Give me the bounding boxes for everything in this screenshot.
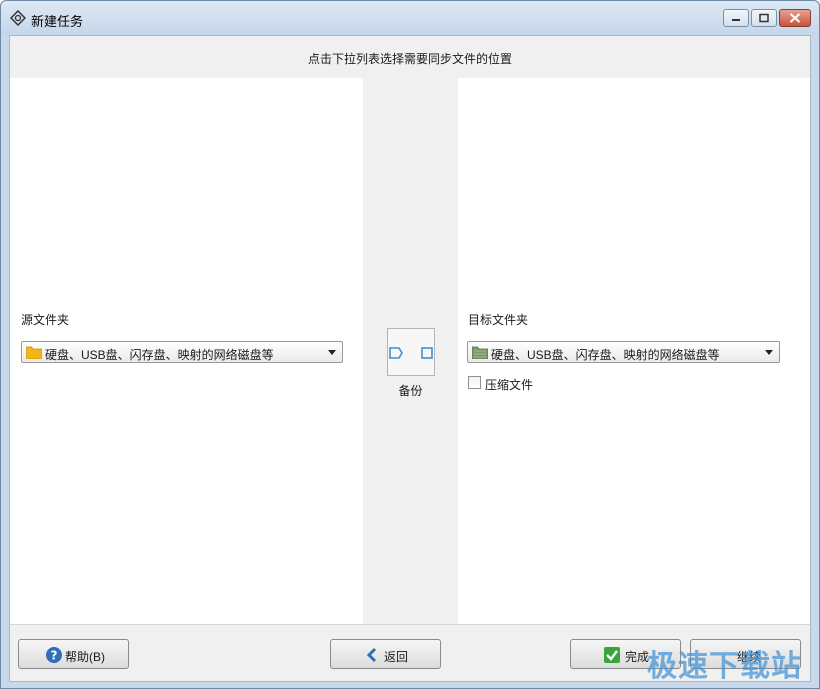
close-icon: [789, 13, 801, 23]
finish-button-label: 完成: [625, 650, 650, 664]
help-icon: ?: [46, 647, 62, 663]
target-folder-value: 硬盘、USB盘、闪存盘、映射的网络磁盘等: [491, 348, 720, 362]
help-button[interactable]: ? 帮助(B): [18, 639, 129, 669]
sync-mode-button[interactable]: [387, 328, 435, 376]
window-controls: [721, 9, 811, 27]
close-button[interactable]: [779, 9, 811, 27]
target-folder-dropdown[interactable]: 硬盘、USB盘、闪存盘、映射的网络磁盘等: [467, 341, 780, 363]
dropdown-arrow-icon[interactable]: [328, 350, 336, 355]
folder-icon: [472, 346, 488, 359]
title-bar[interactable]: 新建任务: [1, 1, 819, 35]
back-button[interactable]: 返回: [330, 639, 441, 669]
folder-icon: [26, 346, 42, 359]
minimize-icon: [732, 19, 740, 21]
sync-mode-label: 备份: [398, 384, 423, 398]
instruction-text: 点击下拉列表选择需要同步文件的位置: [307, 52, 512, 66]
watermark-text: 极速下载站: [647, 649, 802, 684]
window-title: 新建任务: [31, 14, 84, 29]
source-folder-value: 硬盘、USB盘、闪存盘、映射的网络磁盘等: [45, 348, 274, 362]
check-icon: [604, 647, 620, 663]
source-folder-label: 源文件夹: [21, 313, 70, 327]
compress-checkbox[interactable]: [468, 376, 481, 389]
minimize-button[interactable]: [723, 9, 749, 27]
svg-text:?: ?: [51, 649, 58, 663]
help-button-label: 帮助(B): [65, 650, 105, 664]
sync-mode-column: 备份: [363, 78, 458, 624]
chevron-left-icon: [366, 647, 377, 663]
back-button-label: 返回: [384, 650, 409, 664]
dropdown-arrow-icon[interactable]: [765, 350, 773, 355]
dialog-content: 点击下拉列表选择需要同步文件的位置 源文件夹 硬盘、USB盘、闪存盘、映射的网络…: [9, 35, 811, 682]
sync-icon: [10, 10, 26, 26]
maximize-icon: [759, 13, 769, 23]
target-panel: 目标文件夹 硬盘、USB盘、闪存盘、映射的网络磁盘等 压缩文件: [458, 78, 810, 624]
compress-label[interactable]: 压缩文件: [485, 376, 533, 393]
maximize-button[interactable]: [751, 9, 777, 27]
new-task-window: 新建任务 点击下拉列表选择需要同步文件的位置 源文件夹 硬盘、USB盘、闪存盘、…: [0, 0, 820, 689]
instruction-header: 点击下拉列表选择需要同步文件的位置: [10, 36, 810, 78]
source-folder-dropdown[interactable]: 硬盘、USB盘、闪存盘、映射的网络磁盘等: [21, 341, 343, 363]
source-panel: 源文件夹 硬盘、USB盘、闪存盘、映射的网络磁盘等: [10, 78, 363, 624]
backup-arrow-icon: [389, 347, 433, 359]
target-folder-label: 目标文件夹: [468, 313, 529, 327]
